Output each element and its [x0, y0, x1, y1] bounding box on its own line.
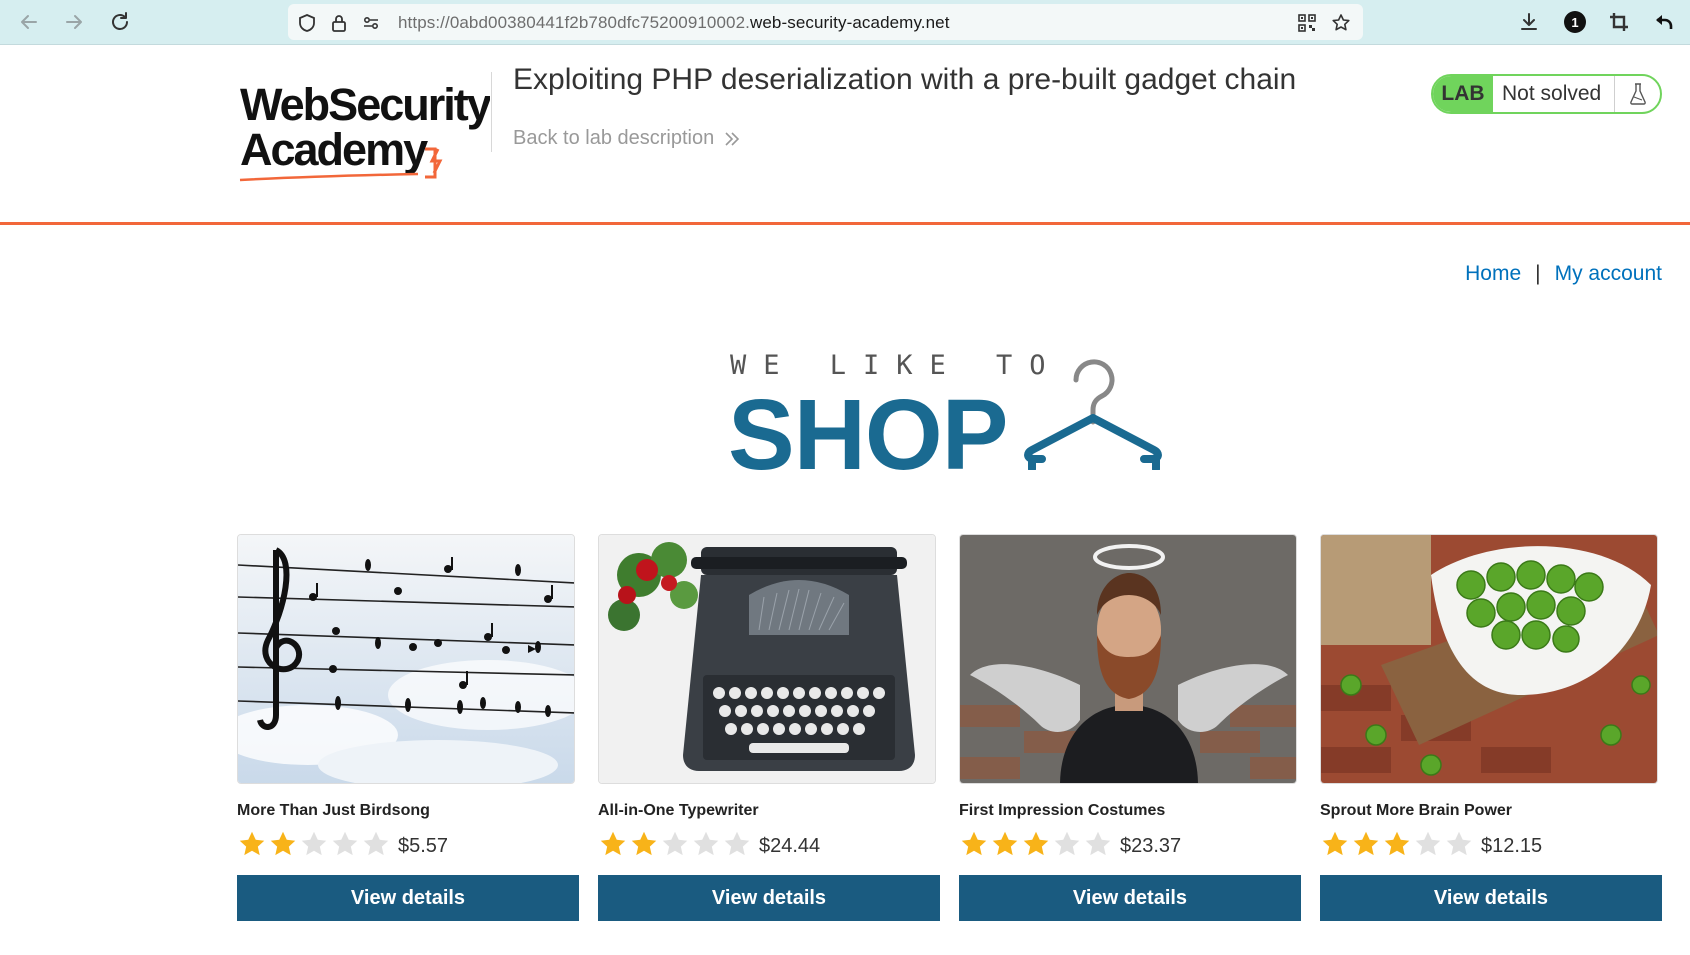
lab-header: WebSecurity Academy Exploiting PHP deser…: [0, 45, 1690, 225]
product-name: Sprout More Brain Power: [1320, 802, 1513, 819]
shield-icon[interactable]: [296, 12, 318, 34]
bookmark-star-icon[interactable]: [1330, 12, 1352, 34]
address-bar[interactable]: https://0abd00380441f2b780dfc75200910002…: [288, 4, 1363, 40]
product-card: All-in-One Typewriter $24.44 View detail…: [598, 534, 940, 921]
product-rating: $24.44: [598, 830, 940, 858]
reload-icon[interactable]: [106, 8, 134, 36]
star-empty-icon: [332, 831, 358, 856]
star-empty-icon: [363, 831, 389, 856]
nav-home-link[interactable]: Home: [1465, 262, 1521, 286]
star-empty-icon: [1085, 831, 1111, 856]
flask-icon: [1614, 76, 1660, 112]
lab-status-widget: LAB Not solved: [1431, 74, 1662, 114]
product-price: $24.44: [759, 835, 821, 857]
lock-icon[interactable]: [328, 12, 350, 34]
product-name: All-in-One Typewriter: [598, 802, 759, 819]
back-to-lab-description-link[interactable]: Back to lab description: [513, 127, 740, 150]
nav-my-account-link[interactable]: My account: [1555, 262, 1662, 286]
star-filled-icon: [270, 831, 296, 856]
svg-text:WebSecurity: WebSecurity: [240, 79, 490, 130]
product-price: $5.57: [398, 835, 449, 857]
star-empty-icon: [724, 831, 750, 856]
download-icon[interactable]: [1515, 8, 1543, 36]
product-image-sprouts[interactable]: [1320, 534, 1658, 784]
view-details-button[interactable]: View details: [1320, 875, 1662, 921]
hero-tagline: WE LIKE TO: [730, 350, 1063, 381]
forward-arrow-icon[interactable]: [60, 8, 88, 36]
product-card: First Impression Costumes $23.37 View de…: [959, 534, 1301, 921]
site-permissions-icon[interactable]: [360, 12, 382, 34]
star-empty-icon: [1415, 831, 1441, 856]
star-empty-icon: [662, 831, 688, 856]
svg-text:Academy: Academy: [240, 124, 428, 175]
product-price: $23.37: [1120, 835, 1182, 857]
star-empty-icon: [1054, 831, 1080, 856]
lab-tag: LAB: [1433, 76, 1493, 112]
back-arrow-icon[interactable]: [15, 8, 43, 36]
site-nav: Home | My account: [1465, 262, 1662, 286]
clothes-hanger-icon: [1024, 359, 1162, 470]
view-details-button[interactable]: View details: [237, 875, 579, 921]
back-link-label: Back to lab description: [513, 127, 715, 149]
nav-separator: |: [1535, 262, 1541, 285]
star-filled-icon: [1353, 831, 1379, 856]
hero-title: SHOP: [728, 379, 1008, 491]
star-filled-icon: [631, 831, 657, 856]
crop-icon[interactable]: [1605, 8, 1633, 36]
product-card: More Than Just Birdsong $5.57 View detai…: [237, 534, 579, 921]
star-filled-icon: [239, 831, 265, 856]
view-details-button[interactable]: View details: [598, 875, 940, 921]
product-card: Sprout More Brain Power $12.15 View deta…: [1320, 534, 1662, 921]
star-filled-icon: [992, 831, 1018, 856]
undo-icon[interactable]: [1650, 8, 1678, 36]
qr-code-icon[interactable]: [1296, 12, 1318, 34]
badge-count: 1: [1564, 11, 1586, 33]
lab-status-text: Not solved: [1502, 82, 1602, 105]
browser-toolbar: https://0abd00380441f2b780dfc75200910002…: [0, 0, 1690, 45]
extension-badge-icon[interactable]: 1: [1561, 8, 1589, 36]
star-filled-icon: [1322, 831, 1348, 856]
product-image-birdsong[interactable]: [237, 534, 575, 784]
star-filled-icon: [1384, 831, 1410, 856]
star-filled-icon: [961, 831, 987, 856]
product-price: $12.15: [1481, 835, 1543, 857]
web-security-academy-logo[interactable]: WebSecurity Academy: [238, 70, 490, 210]
product-rating: $12.15: [1320, 830, 1662, 858]
product-image-costumes[interactable]: [959, 534, 1297, 784]
star-empty-icon: [693, 831, 719, 856]
star-empty-icon: [301, 831, 327, 856]
star-filled-icon: [1023, 831, 1049, 856]
product-rating: $5.57: [237, 830, 579, 858]
double-chevron-right-icon: [725, 131, 740, 146]
product-name: First Impression Costumes: [959, 802, 1166, 819]
lab-title: Exploiting PHP deserialization with a pr…: [513, 63, 1297, 96]
product-rating: $23.37: [959, 830, 1301, 858]
header-divider: [491, 72, 492, 152]
star-empty-icon: [1446, 831, 1472, 856]
star-filled-icon: [600, 831, 626, 856]
product-name: More Than Just Birdsong: [237, 802, 430, 819]
url-text: https://0abd00380441f2b780dfc75200910002…: [398, 13, 950, 32]
view-details-button[interactable]: View details: [959, 875, 1301, 921]
product-image-typewriter[interactable]: [598, 534, 936, 784]
